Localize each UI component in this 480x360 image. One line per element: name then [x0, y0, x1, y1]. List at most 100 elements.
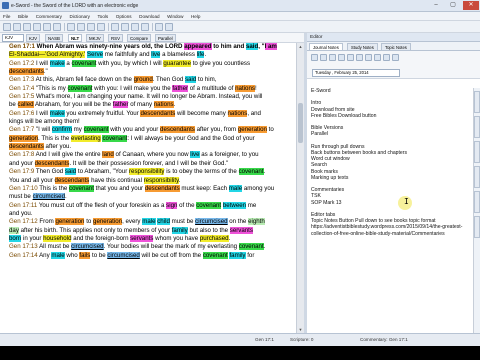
cut-icon[interactable]	[33, 23, 41, 31]
verse-reference[interactable]: Gen 17:11	[9, 202, 37, 209]
verse-line[interactable]: Gen 17:9 Then God said to Abraham, "Your…	[0, 168, 296, 176]
tab-kjv[interactable]: KJV	[26, 34, 41, 42]
search-icon[interactable]	[87, 23, 95, 31]
menu-commentary[interactable]: Commentary	[33, 12, 65, 21]
verse-line[interactable]: and your descendants. It will be their p…	[0, 159, 296, 168]
verse-line[interactable]: Gen 17:2 I will make a covenant with you…	[0, 59, 296, 68]
verse-line[interactable]: be called Abraham, for you will be the f…	[0, 101, 296, 109]
tab-compare[interactable]: Compare	[127, 34, 152, 42]
menu-bible[interactable]: Bible	[15, 12, 31, 21]
bible-scrollbar[interactable]: ▲ ▼	[296, 43, 304, 333]
bookmark-icon[interactable]	[97, 23, 105, 31]
verse-reference[interactable]: Gen 17:8	[9, 151, 34, 158]
align-icon[interactable]	[374, 54, 381, 61]
highlight-icon[interactable]	[111, 23, 119, 31]
side-tab[interactable]	[474, 141, 480, 163]
tab-rsv[interactable]: RSV	[108, 34, 124, 42]
menu-window[interactable]: Window	[164, 12, 186, 21]
menu-options[interactable]: Options	[113, 12, 135, 21]
verse-line[interactable]: Gen 17:1 When Abram was ninety-nine year…	[0, 43, 296, 51]
verse-reference[interactable]: Gen 17:1	[9, 43, 35, 50]
verse-line[interactable]: Gen 17:14 Any male who fails to be circu…	[0, 251, 296, 260]
notes-icon[interactable]	[121, 23, 129, 31]
open-icon[interactable]	[3, 23, 11, 31]
close-button[interactable]: ✕	[463, 1, 479, 10]
side-tab[interactable]	[474, 191, 480, 213]
verse-line[interactable]: Gen 17:6 I will make you extremely fruit…	[0, 109, 296, 118]
paste-icon[interactable]	[53, 23, 61, 31]
verse-line[interactable]: Gen 17:5 What's more, I am changing your…	[0, 93, 296, 101]
maximize-button[interactable]: ▢	[445, 1, 461, 10]
tab-topic-notes[interactable]: Topic Notes	[381, 43, 411, 51]
verse-reference[interactable]: Gen 17:7	[9, 126, 34, 133]
side-tab[interactable]	[474, 216, 480, 238]
verse-reference[interactable]: Gen 17:14	[9, 252, 38, 259]
verse-reference[interactable]: Gen 17:6	[9, 110, 34, 117]
forward-icon[interactable]	[77, 23, 85, 31]
back-icon[interactable]	[67, 23, 75, 31]
verse-line[interactable]: El-Shaddai—'God Almighty.' Serve me fait…	[0, 51, 296, 59]
scroll-thumb[interactable]	[298, 103, 303, 143]
verse-line[interactable]: day after his birth. This applies not on…	[0, 226, 296, 235]
help-icon[interactable]	[165, 23, 173, 31]
verse-line[interactable]: and you.	[0, 210, 296, 218]
bible-text-pane[interactable]: Gen 17:1 When Abram was ninety-nine year…	[0, 43, 296, 333]
verse-reference[interactable]: Gen 17:2	[9, 60, 34, 67]
copy-icon[interactable]	[43, 23, 51, 31]
verse-line[interactable]: You and all your descendants have this c…	[0, 176, 296, 185]
verse-line[interactable]: born in your household and the foreign-b…	[0, 234, 296, 243]
menu-tools[interactable]: Tools	[94, 12, 111, 21]
verse-line[interactable]: Gen 17:4 "This is my covenant with you: …	[0, 84, 296, 93]
tab-nasb[interactable]: NASB	[45, 34, 63, 42]
side-tab[interactable]	[474, 166, 480, 188]
scroll-down-arrow-icon[interactable]: ▼	[297, 326, 304, 333]
tab-nlt[interactable]: NLT	[68, 34, 83, 42]
menu-dictionary[interactable]: Dictionary	[67, 12, 93, 21]
verse-line[interactable]: Gen 17:3 At this, Abram fell face down o…	[0, 76, 296, 84]
print-icon[interactable]	[23, 23, 31, 31]
link-icon[interactable]	[392, 54, 399, 61]
map-icon[interactable]	[131, 23, 139, 31]
new-icon[interactable]	[311, 54, 318, 61]
verse-reference[interactable]: Gen 17:9	[9, 168, 34, 175]
verse-reference[interactable]: Gen 17:13	[9, 243, 38, 250]
verse-reference[interactable]: Gen 17:4	[9, 85, 34, 92]
verse-line[interactable]: Gen 17:11 You must cut off the flesh of …	[0, 201, 296, 210]
verse-reference[interactable]: Gen 17:10	[9, 185, 38, 192]
tab-mkjv[interactable]: MKJV	[86, 34, 104, 42]
verse-line[interactable]: Gen 17:10 This is the covenant that you …	[0, 184, 296, 193]
verse-reference[interactable]: Gen 17:5	[9, 93, 34, 100]
verse-line[interactable]: Gen 17:7 "I will confirm my covenant wit…	[0, 126, 296, 134]
menu-help[interactable]: Help	[188, 12, 203, 21]
settings-icon[interactable]	[155, 23, 163, 31]
verse-reference[interactable]: Gen 17:3	[9, 76, 34, 83]
verse-line[interactable]: descendants after you.	[0, 143, 296, 151]
save-icon[interactable]	[13, 23, 21, 31]
underline-icon[interactable]	[365, 54, 372, 61]
tab-study-notes[interactable]: Study Notes	[347, 43, 378, 51]
bible-select[interactable]: KJV	[2, 34, 24, 42]
graphics-icon[interactable]	[141, 23, 149, 31]
verse-line[interactable]: generation. This is the everlasting cove…	[0, 134, 296, 143]
italic-icon[interactable]	[356, 54, 363, 61]
verse-reference[interactable]: Gen 17:12	[9, 218, 38, 225]
minimize-button[interactable]: –	[428, 1, 444, 10]
menu-file[interactable]: File	[0, 12, 13, 21]
menu-download[interactable]: Download	[136, 12, 162, 21]
verse-line[interactable]: Gen 17:13 All must be circumcised. Your …	[0, 243, 296, 251]
open-icon[interactable]	[320, 54, 327, 61]
scroll-up-arrow-icon[interactable]: ▲	[297, 43, 304, 50]
verse-line[interactable]: kings will be among them!	[0, 118, 296, 126]
list-icon[interactable]	[383, 54, 390, 61]
verse-line[interactable]: descendants."	[0, 68, 296, 76]
verse-line[interactable]: must be circumcised.	[0, 193, 296, 201]
verse-line[interactable]: Gen 17:8 And I will give the entire land…	[0, 151, 296, 159]
side-tab[interactable]	[474, 91, 480, 113]
bold-icon[interactable]	[347, 54, 354, 61]
tab-journal-notes[interactable]: Journal Notes	[309, 43, 343, 51]
side-tab[interactable]	[474, 116, 480, 138]
print-icon[interactable]	[338, 54, 345, 61]
editor-document[interactable]: E-Sword Intro Download from site Free Bible…	[307, 88, 472, 333]
save-icon[interactable]	[329, 54, 336, 61]
verse-line[interactable]: Gen 17:12 From generation to generation,…	[0, 218, 296, 226]
